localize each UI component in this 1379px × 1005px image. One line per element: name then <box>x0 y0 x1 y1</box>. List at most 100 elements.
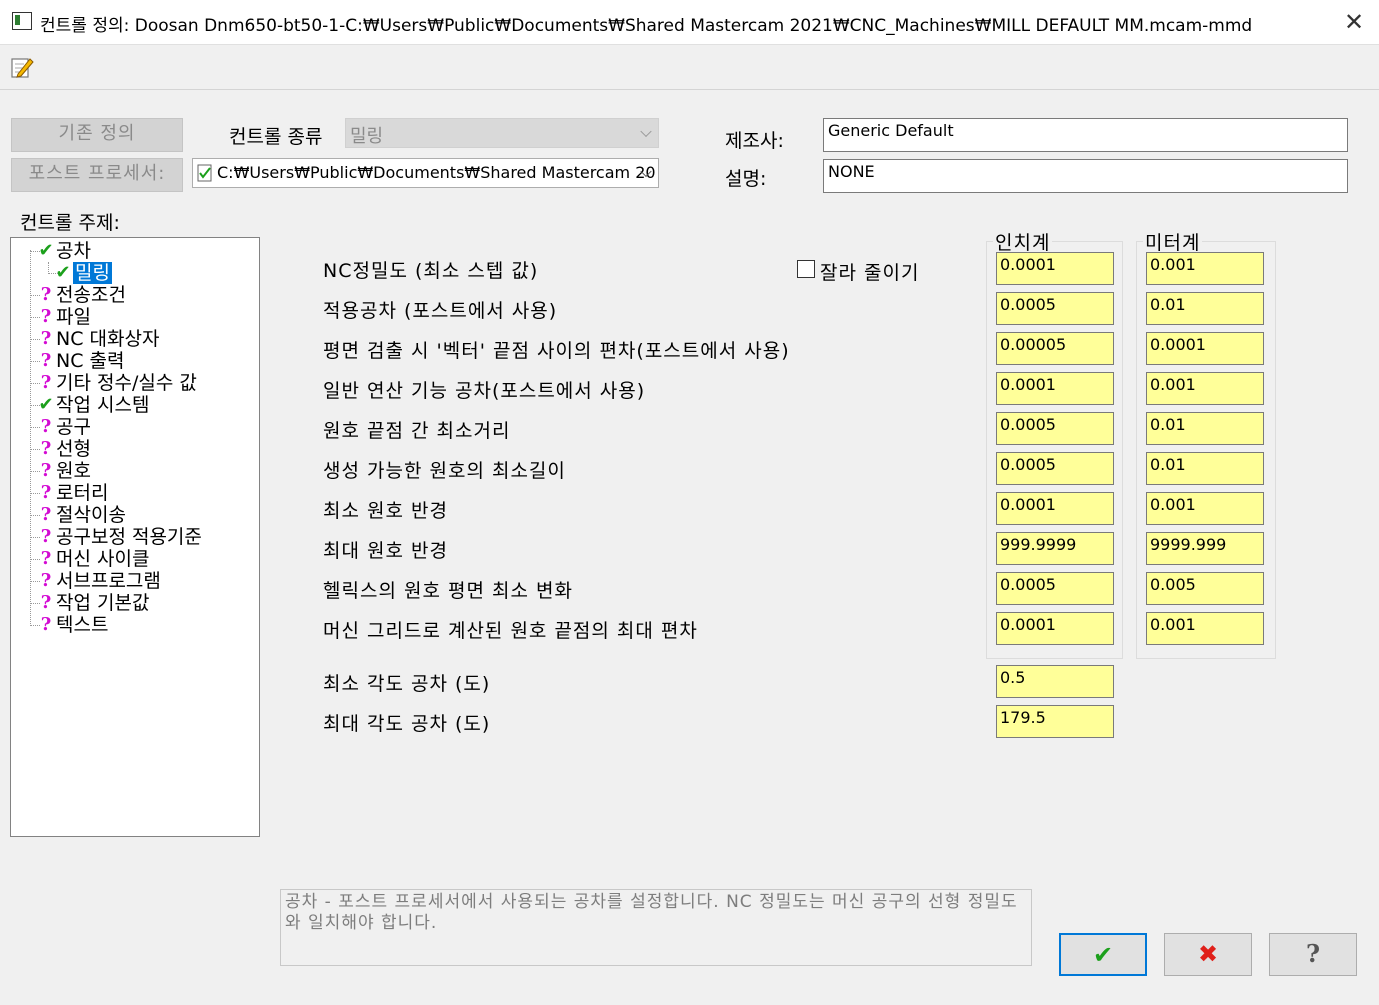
tree-connector <box>48 273 58 274</box>
topic-tree: ✔ 공차 ✔ 밀링? 전송조건? 파일? NC 대화상자? NC 출력? 기타 정수/실수 값 ✔… <box>10 237 260 837</box>
tree-connector <box>30 449 40 450</box>
question-icon: ? <box>40 526 52 547</box>
metric-value-field[interactable]: 0.001 <box>1146 612 1264 645</box>
app-icon <box>12 12 32 30</box>
tree-connector <box>30 515 40 516</box>
tree-title: 컨트롤 주제: <box>20 212 120 234</box>
tree-item[interactable]: ✔ 밀링 <box>55 262 112 284</box>
tolerance-label: 적용공차 (포스트에서 사용) <box>323 300 558 322</box>
metric-value-field[interactable]: 0.001 <box>1146 492 1264 525</box>
post-processor-button[interactable]: 포스트 프로세서: <box>11 158 183 192</box>
cancel-button[interactable]: ✖ <box>1164 933 1252 976</box>
inch-value-field[interactable]: 0.0001 <box>996 372 1114 405</box>
inch-value-field[interactable]: 999.9999 <box>996 532 1114 565</box>
post-path-select[interactable]: C:₩Users₩Public₩Documents₩Shared Masterc… <box>192 158 659 188</box>
checkmark-icon: ✔ <box>38 240 54 261</box>
angle-value-field[interactable]: 179.5 <box>996 705 1114 738</box>
tree-item[interactable]: ? 텍스트 <box>41 614 109 636</box>
tree-item[interactable]: ? 머신 사이클 <box>41 548 150 570</box>
tree-item-label: 원호 <box>56 460 91 482</box>
question-icon: ? <box>40 372 52 393</box>
tree-item[interactable]: ? NC 출력 <box>41 350 125 372</box>
metric-value-field[interactable]: 0.0001 <box>1146 332 1264 365</box>
inch-value-field[interactable]: 0.0005 <box>996 292 1114 325</box>
tree-item[interactable]: ? 로터리 <box>41 482 109 504</box>
metric-value-field[interactable]: 0.001 <box>1146 252 1264 285</box>
angle-value-field[interactable]: 0.5 <box>996 665 1114 698</box>
existing-definition-button[interactable]: 기존 정의 <box>11 118 183 152</box>
description-label: 설명: <box>725 168 767 190</box>
tree-item[interactable]: ? 선형 <box>41 438 91 460</box>
tree-item[interactable]: ✔ 작업 시스템 <box>38 394 150 416</box>
metric-value-field[interactable]: 0.005 <box>1146 572 1264 605</box>
tree-item[interactable]: ? 절삭이송 <box>41 504 126 526</box>
description-field[interactable]: NONE <box>823 159 1348 193</box>
control-type-select[interactable]: 밀링 <box>345 118 659 148</box>
tree-item-label: 절삭이송 <box>56 504 126 526</box>
inch-value-field[interactable]: 0.0001 <box>996 252 1114 285</box>
tree-item-label: 로터리 <box>56 482 109 504</box>
checkmark-icon: ✔ <box>38 394 54 415</box>
inch-value-field[interactable]: 0.0001 <box>996 492 1114 525</box>
tree-item-label: 서브프로그램 <box>56 570 161 592</box>
tree-item-label: 작업 시스템 <box>56 394 150 416</box>
tree-connector <box>30 471 40 472</box>
tree-item[interactable]: ? 작업 기본값 <box>41 592 150 614</box>
metric-value-field[interactable]: 9999.999 <box>1146 532 1264 565</box>
manufacturer-field[interactable]: Generic Default <box>823 118 1348 152</box>
tree-item[interactable]: ? 전송조건 <box>41 284 126 306</box>
toolbar <box>0 45 1379 90</box>
truncate-checkbox[interactable] <box>797 260 815 278</box>
question-icon: ? <box>40 614 52 635</box>
angle-tolerance-label: 최소 각도 공차 (도) <box>323 673 491 695</box>
question-icon: ? <box>40 482 52 503</box>
edit-icon[interactable] <box>10 55 34 79</box>
tree-item-label: NC 대화상자 <box>56 328 160 350</box>
title-bar: 컨트롤 정의: Doosan Dnm650-bt50-1-C:₩Users₩Pu… <box>0 0 1379 45</box>
question-icon: ? <box>40 592 52 613</box>
file-check-icon <box>197 164 212 182</box>
window-title: 컨트롤 정의: Doosan Dnm650-bt50-1-C:₩Users₩Pu… <box>40 16 1253 36</box>
tree-connector <box>30 361 40 362</box>
tree-item[interactable]: ? NC 대화상자 <box>41 328 160 350</box>
tree-connector <box>30 581 40 582</box>
chevron-down-icon <box>640 125 652 138</box>
tree-item[interactable]: ? 공구보정 적용기준 <box>41 526 202 548</box>
control-type-label: 컨트롤 종류 <box>229 126 323 148</box>
inch-header: 인치계 <box>993 228 1053 255</box>
tolerance-label: 평면 검출 시 '벡터' 끝점 사이의 편차(포스트에서 사용) <box>323 340 790 362</box>
tolerance-label: 최소 원호 반경 <box>323 500 448 522</box>
tree-item[interactable]: ? 서브프로그램 <box>41 570 161 592</box>
tree-item-label: 공차 <box>56 240 91 262</box>
question-icon: ? <box>1305 939 1321 968</box>
question-icon: ? <box>40 306 52 327</box>
post-path-value: C:₩Users₩Public₩Documents₩Shared Masterc… <box>217 163 656 182</box>
tree-item[interactable]: ? 파일 <box>41 306 91 328</box>
tree-item[interactable]: ? 공구 <box>41 416 91 438</box>
metric-value-field[interactable]: 0.001 <box>1146 372 1264 405</box>
tolerance-label: 최대 원호 반경 <box>323 540 448 562</box>
metric-value-field[interactable]: 0.01 <box>1146 452 1264 485</box>
metric-value-field[interactable]: 0.01 <box>1146 292 1264 325</box>
tree-connector <box>30 559 40 560</box>
inch-value-field[interactable]: 0.00005 <box>996 332 1114 365</box>
help-button[interactable]: ? <box>1269 933 1357 976</box>
tree-item[interactable]: ? 원호 <box>41 460 91 482</box>
angle-tolerance-label: 최대 각도 공차 (도) <box>323 713 491 735</box>
question-icon: ? <box>40 350 52 371</box>
tree-item-label: 선형 <box>56 438 91 460</box>
inch-value-field[interactable]: 0.0005 <box>996 412 1114 445</box>
tolerance-label: 생성 가능한 원호의 최소길이 <box>323 460 566 482</box>
tolerance-label: 머신 그리드로 계산된 원호 끝점의 최대 편차 <box>323 620 698 642</box>
metric-value-field[interactable]: 0.01 <box>1146 412 1264 445</box>
inch-value-field[interactable]: 0.0001 <box>996 612 1114 645</box>
close-button[interactable]: ✕ <box>1334 6 1374 38</box>
x-icon: ✖ <box>1197 940 1219 968</box>
inch-value-field[interactable]: 0.0005 <box>996 572 1114 605</box>
tree-item[interactable]: ✔ 공차 <box>38 240 91 262</box>
tree-item[interactable]: ? 기타 정수/실수 값 <box>41 372 197 394</box>
tree-connector <box>30 405 40 406</box>
tree-connector <box>30 339 40 340</box>
ok-button[interactable]: ✔ <box>1059 933 1147 976</box>
inch-value-field[interactable]: 0.0005 <box>996 452 1114 485</box>
